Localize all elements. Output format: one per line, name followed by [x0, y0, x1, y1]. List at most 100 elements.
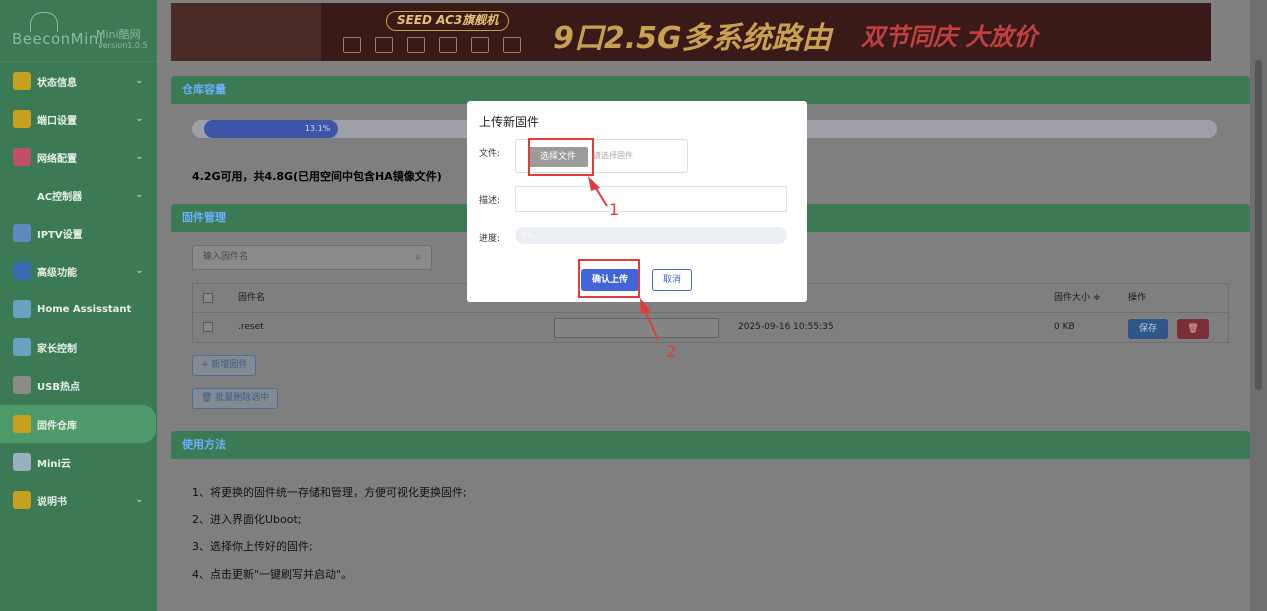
- annotation-box-2: [578, 259, 640, 298]
- sidebar-item-label: 家长控制: [37, 343, 77, 355]
- sidebar-item-label: 说明书: [37, 496, 67, 508]
- brand-mini: Mini酷网: [96, 28, 141, 41]
- book-icon: [13, 491, 31, 509]
- storage-icon: [375, 37, 393, 53]
- usage-step: 3、选择你上传好的固件;: [192, 540, 313, 553]
- sidebar-item-label: 高级功能: [37, 267, 77, 279]
- delete-button[interactable]: 🗑: [1177, 319, 1209, 339]
- sidebar-item-12[interactable]: 说明书 ⌄: [0, 481, 157, 519]
- column-header-name: 固件名: [238, 293, 266, 303]
- chevron-down-icon: ⌄: [135, 495, 143, 505]
- usage-card-title: 使用方法: [171, 431, 1250, 459]
- sidebar-item-label: 固件仓库: [37, 420, 77, 432]
- sidebar-item-11[interactable]: Mini云: [0, 443, 157, 481]
- nas-icon: [343, 37, 361, 53]
- upload-progress-bar: 0%: [515, 227, 787, 244]
- sidebar-item-label: Home Assisstant: [37, 303, 132, 315]
- sidebar-item-label: USB热点: [37, 381, 80, 393]
- cloud-icon: [503, 37, 521, 53]
- row-description-input[interactable]: [554, 318, 719, 338]
- row-size: 0 KB: [1054, 322, 1075, 332]
- search-icon: ⌕: [415, 252, 421, 263]
- brand-name: BeeconMini: [12, 30, 104, 48]
- storage-card-title: 仓库容量: [171, 76, 1250, 104]
- sidebar-item-7[interactable]: Home Assisstant: [0, 290, 157, 328]
- table-row: .reset 2025-09-16 10:55:35 0 KB 保存 🗑: [193, 313, 1228, 342]
- dialog-title: 上传新固件: [479, 115, 540, 129]
- description-label: 描述:: [479, 196, 501, 206]
- sidebar-item-label: 网络配置: [37, 153, 77, 165]
- save-button[interactable]: 保存: [1128, 319, 1168, 339]
- banner-headline: 9口2.5G多系统路由: [553, 21, 832, 56]
- storage-usage-text: 4.2G可用，共4.8G(已用空间中包含HA镜像文件): [192, 170, 442, 183]
- promo-banner[interactable]: SEED AC3旗舰机 9口2.5G多系统路由 双节同庆 大放价: [171, 3, 1211, 61]
- row-date: 2025-09-16 10:55:35: [738, 322, 834, 332]
- sidebar-item-6[interactable]: 高级功能 ⌄: [0, 252, 157, 290]
- annotation-number-2: 2: [666, 342, 677, 361]
- network-icon: [13, 148, 31, 166]
- column-header-size[interactable]: 固件大小 ≑: [1054, 284, 1100, 313]
- sidebar-item-label: Mini云: [37, 458, 71, 470]
- main-content: SEED AC3旗舰机 9口2.5G多系统路由 双节同庆 大放价 仓库容量 13…: [157, 0, 1267, 611]
- sliders-icon: [13, 262, 31, 280]
- add-firmware-button[interactable]: + 新增固件: [192, 355, 257, 376]
- page-scrollbar[interactable]: [1250, 0, 1267, 611]
- sidebar-item-label: 状态信息: [37, 77, 77, 89]
- description-input[interactable]: [515, 186, 787, 212]
- sidebar-item-10[interactable]: 固件仓库: [0, 405, 156, 443]
- sidebar-item-label: 端口设置: [37, 115, 77, 127]
- scrollbar-thumb[interactable]: [1255, 60, 1262, 390]
- cloud-icon: [13, 453, 31, 471]
- cat-logo-icon: [30, 12, 58, 32]
- annotation-number-1: 1: [609, 200, 620, 219]
- sidebar-item-2[interactable]: 端口设置 ⌄: [0, 100, 157, 138]
- sidebar-item-label: IPTV设置: [37, 229, 83, 241]
- firmware-search-input[interactable]: 输入固件名 ⌕: [192, 245, 432, 270]
- sidebar-item-9[interactable]: USB热点: [0, 366, 157, 404]
- chevron-down-icon: ⌄: [135, 114, 143, 124]
- family-icon: [13, 338, 31, 356]
- docker-icon: [407, 37, 425, 53]
- sidebar-item-4[interactable]: AC控制器 ⌄: [0, 176, 157, 214]
- column-header-action: 操作: [1128, 293, 1147, 303]
- usage-card: 使用方法: [171, 431, 1250, 611]
- gear-icon: [13, 110, 31, 128]
- file-placeholder: 请选择固件: [593, 151, 633, 160]
- select-all-checkbox[interactable]: [203, 293, 213, 303]
- ac-icon: [13, 186, 31, 204]
- banner-promo: 双节同庆 大放价: [861, 23, 1038, 51]
- usage-step: 1、将更换的固件统一存储和管理，方便可视化更换固件;: [192, 486, 467, 499]
- storage-progress-fill: 13.1%: [204, 120, 339, 138]
- chevron-down-icon: ⌄: [135, 152, 143, 162]
- version-label: version1.0.5: [98, 41, 148, 50]
- progress-label: 进度:: [479, 234, 501, 244]
- search-placeholder: 输入固件名: [203, 252, 249, 262]
- warehouse-icon: [13, 415, 31, 433]
- usage-step: 2、进入界面化Uboot;: [192, 513, 302, 526]
- annotation-box-1: [528, 138, 594, 176]
- chevron-down-icon: ⌄: [135, 266, 143, 276]
- sidebar-item-1[interactable]: 状态信息 ⌄: [0, 62, 157, 100]
- chevron-down-icon: ⌄: [135, 190, 143, 200]
- upload-progress-text: 0%: [521, 231, 534, 240]
- usage-step: 4、点击更新"一键刷写并启动"。: [192, 568, 353, 581]
- sidebar-item-5[interactable]: IPTV设置: [0, 214, 157, 252]
- row-firmware-name: .reset: [238, 322, 264, 332]
- cancel-button[interactable]: 取消: [652, 269, 692, 291]
- usb-icon: [13, 376, 31, 394]
- sidebar-item-label: AC控制器: [37, 191, 83, 203]
- grid-icon: [13, 224, 31, 242]
- row-checkbox[interactable]: [203, 322, 213, 332]
- batch-delete-button[interactable]: 🗑 批量删除选中: [192, 388, 279, 409]
- sidebar-item-3[interactable]: 网络配置 ⌄: [0, 138, 157, 176]
- feature-icons: [343, 37, 521, 53]
- ac-icon: [439, 37, 457, 53]
- sidebar-item-8[interactable]: 家长控制: [0, 328, 157, 366]
- router-image: [171, 3, 321, 61]
- logo[interactable]: BeeconMini Mini酷网 version1.0.5: [0, 0, 157, 62]
- sidebar: BeeconMini Mini酷网 version1.0.5 状态信息 ⌄ 端口设置…: [0, 0, 157, 611]
- file-label: 文件:: [479, 149, 501, 159]
- sun-icon: [13, 72, 31, 90]
- switch-icon: [471, 37, 489, 53]
- banner-seed-badge: SEED AC3旗舰机: [386, 11, 510, 31]
